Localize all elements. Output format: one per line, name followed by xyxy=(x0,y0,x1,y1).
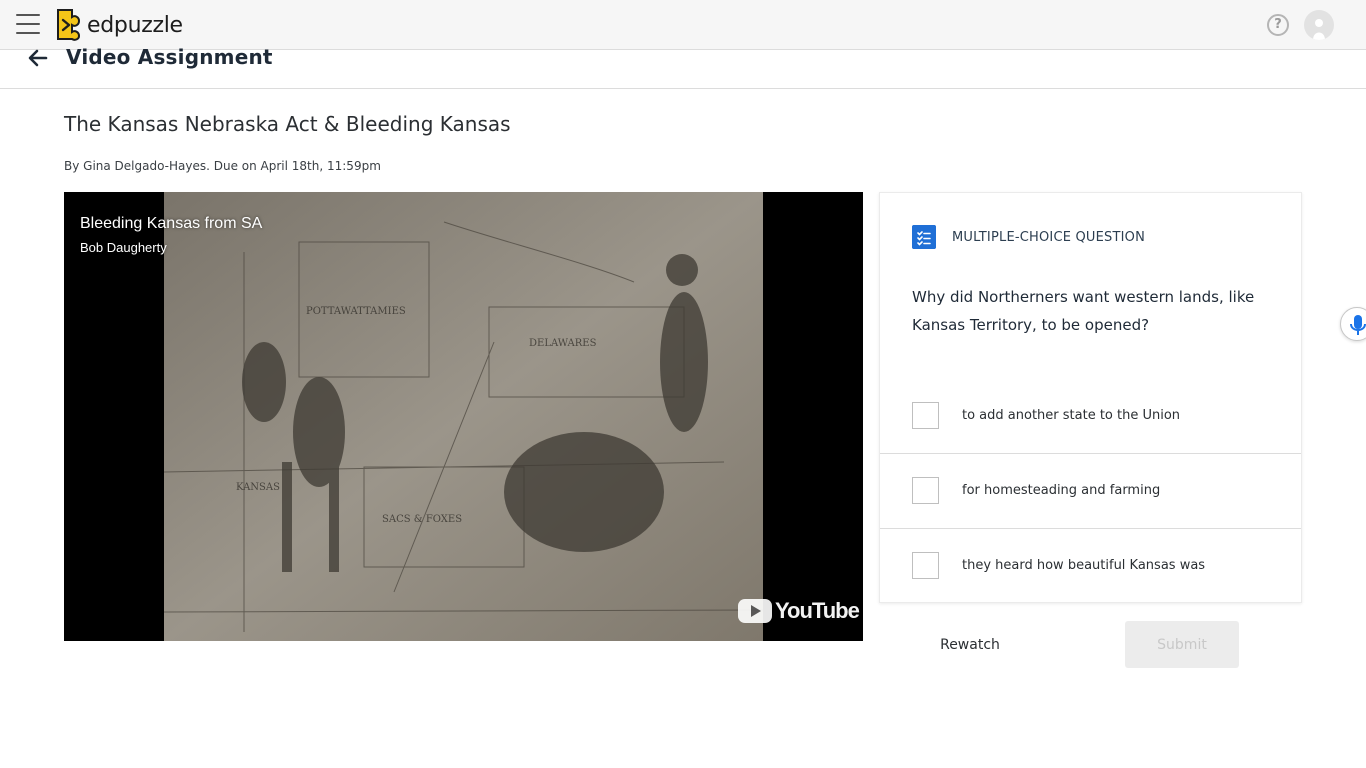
choice-option-3[interactable]: they heard how beautiful Kansas was xyxy=(880,529,1301,604)
video-overlay-author: Bob Daugherty xyxy=(80,240,167,255)
logo-text: edpuzzle xyxy=(87,12,183,38)
choice-label: to add another state to the Union xyxy=(962,408,1181,423)
question-text: Why did Northerners want western lands, … xyxy=(912,288,1255,334)
choice-label: for homesteading and farming xyxy=(962,483,1161,498)
svg-text:KANSAS: KANSAS xyxy=(236,482,280,493)
choice-checkbox[interactable] xyxy=(912,477,939,504)
question-card: MULTIPLE-CHOICE QUESTION Why did Norther… xyxy=(879,192,1302,603)
youtube-play-icon xyxy=(738,599,772,623)
choice-option-1[interactable]: to add another state to the Union xyxy=(880,379,1301,454)
help-icon[interactable]: ? xyxy=(1267,14,1289,36)
choice-label: they heard how beautiful Kansas was xyxy=(962,558,1206,573)
choice-checkbox[interactable] xyxy=(912,552,939,579)
microphone-button[interactable] xyxy=(1340,307,1366,341)
top-navigation-bar: edpuzzle ? xyxy=(0,0,1366,50)
avatar[interactable] xyxy=(1304,10,1334,40)
assignment-byline: By Gina Delgado-Hayes. Due on April 18th… xyxy=(64,159,381,173)
svg-text:DELAWARES: DELAWARES xyxy=(529,338,597,349)
rewatch-button[interactable]: Rewatch xyxy=(920,622,1020,667)
video-frame-historic-map: POTTAWATTAMIES DELAWARES SACS & FOXES KA… xyxy=(164,192,763,641)
question-type-label: MULTIPLE-CHOICE QUESTION xyxy=(952,230,1146,245)
submit-button[interactable]: Submit xyxy=(1125,621,1239,668)
back-arrow-icon[interactable] xyxy=(26,46,50,70)
user-icon xyxy=(1313,19,1325,40)
video-overlay-title: Bleeding Kansas from SA xyxy=(80,215,263,232)
puzzle-logo-icon xyxy=(57,9,81,41)
assignment-title: The Kansas Nebraska Act & Bleeding Kansa… xyxy=(64,112,511,136)
microphone-icon xyxy=(1350,315,1366,335)
youtube-logo[interactable]: YouTube xyxy=(738,598,860,624)
hamburger-menu-icon[interactable] xyxy=(16,14,40,36)
video-player[interactable]: POTTAWATTAMIES DELAWARES SACS & FOXES KA… xyxy=(64,192,863,641)
page-title: Video Assignment xyxy=(66,45,273,69)
edpuzzle-logo[interactable]: edpuzzle xyxy=(55,8,183,42)
youtube-brand-text: YouTube xyxy=(775,598,860,623)
checklist-icon xyxy=(912,225,936,249)
choice-checkbox[interactable] xyxy=(912,402,939,429)
svg-text:SACS & FOXES: SACS & FOXES xyxy=(382,514,462,525)
svg-text:POTTAWATTAMIES: POTTAWATTAMIES xyxy=(306,306,406,317)
choice-option-2[interactable]: for homesteading and farming xyxy=(880,454,1301,529)
